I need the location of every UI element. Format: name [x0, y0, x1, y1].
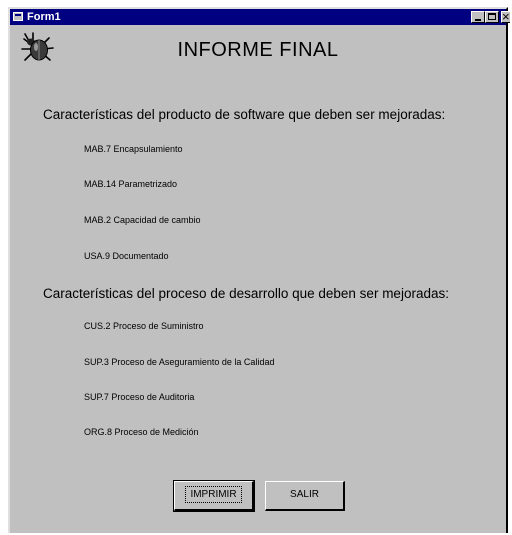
minimize-icon[interactable] [471, 11, 485, 23]
window-title: Form1 [27, 11, 61, 23]
maximize-icon[interactable] [485, 11, 499, 23]
list-item: MAB.2 Capacidad de cambio [84, 215, 201, 225]
print-button[interactable]: IMPRIMIR [173, 480, 255, 512]
process-section-heading: Características del proceso de desarroll… [43, 286, 449, 301]
list-item: MAB.14 Parametrizado [84, 179, 178, 189]
exit-button-label: SALIR [290, 489, 319, 500]
main-window: Form1 INFORME FINAL Características del … [8, 7, 510, 535]
list-item: SUP.7 Proceso de Auditoria [84, 392, 195, 402]
list-item: ORG.8 Proceso de Medición [84, 427, 199, 437]
list-item: CUS.2 Proceso de Suministro [84, 321, 204, 331]
form-client-area: INFORME FINAL Características del produc… [10, 25, 506, 535]
list-item: MAB.7 Encapsulamiento [84, 144, 183, 154]
page-title: INFORME FINAL [177, 39, 339, 61]
print-button-label: IMPRIMIR [185, 486, 242, 503]
exit-button[interactable]: SALIR [265, 481, 345, 511]
list-item: SUP.3 Proceso de Aseguramiento de la Cal… [84, 357, 275, 367]
list-item: USA.9 Documentado [84, 251, 169, 261]
product-section-heading: Características del producto de software… [43, 107, 446, 122]
close-icon[interactable] [501, 9, 510, 24]
title-bar[interactable]: Form1 [10, 9, 510, 25]
window-icon[interactable] [13, 12, 23, 21]
